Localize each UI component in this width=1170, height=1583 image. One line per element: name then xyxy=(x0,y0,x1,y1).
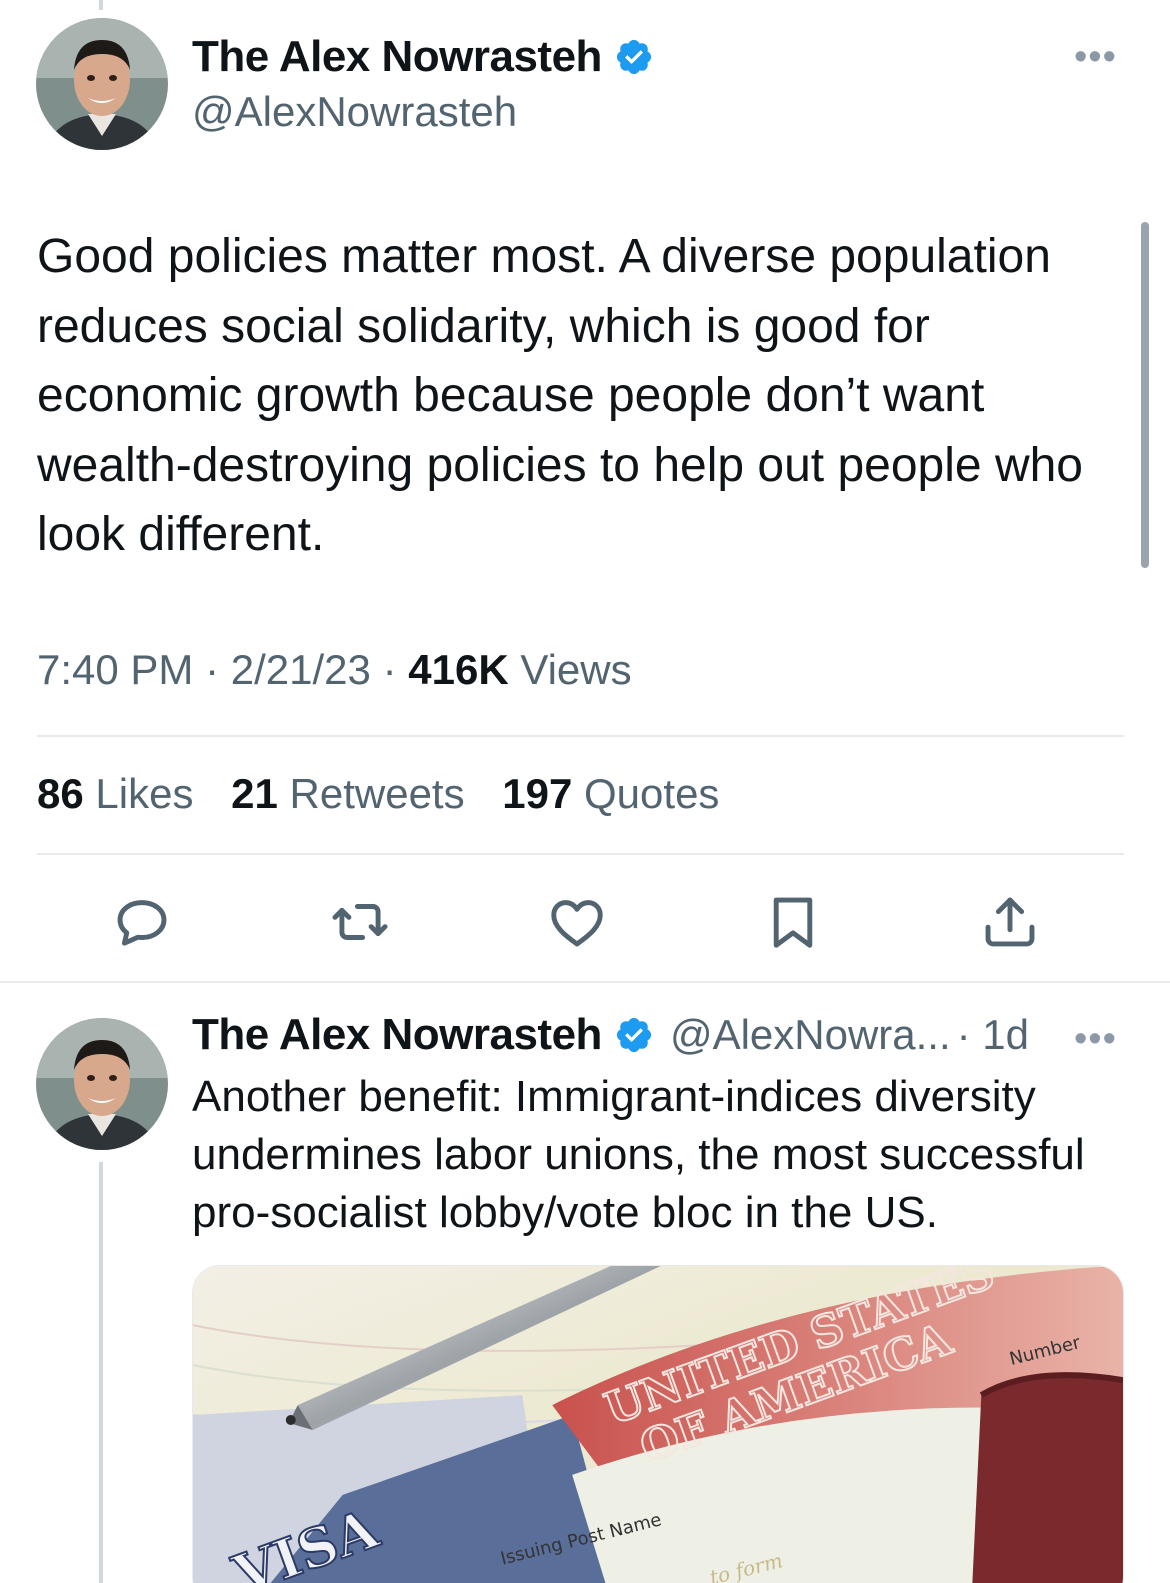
divider xyxy=(37,735,1124,737)
visa-passport-photo: VISA UNITED STATES OF AMERICA Issuing Po… xyxy=(193,1266,1123,1583)
tweet-time[interactable]: 7:40 PM xyxy=(37,646,193,693)
author-name-row: The Alex Nowrasteh xyxy=(192,32,654,82)
meta-separator: · xyxy=(382,646,397,693)
views-count: 416K xyxy=(408,646,509,693)
views-label: Views xyxy=(520,646,632,693)
thread-line-top xyxy=(99,0,103,10)
reply-time[interactable]: · 1d xyxy=(957,1011,1029,1059)
verified-badge-icon xyxy=(616,39,652,75)
quotes-stat[interactable]: 197 Quotes xyxy=(502,770,719,817)
reply-author-display-name[interactable]: The Alex Nowrasteh xyxy=(192,1010,602,1060)
scrollbar[interactable] xyxy=(1141,222,1149,568)
author-handle[interactable]: @AlexNowrasteh xyxy=(192,88,517,136)
share-icon xyxy=(985,897,1035,947)
verified-badge-icon xyxy=(616,1017,652,1053)
more-options-icon[interactable]: ••• xyxy=(1074,36,1117,79)
reply-author-avatar[interactable] xyxy=(36,1018,168,1150)
likes-stat[interactable]: 86 Likes xyxy=(37,770,193,817)
tweet-stats: 86 Likes 21 Retweets 197 Quotes xyxy=(37,770,745,818)
reply-media-image[interactable]: VISA UNITED STATES OF AMERICA Issuing Po… xyxy=(192,1265,1124,1583)
reply-more-options-icon[interactable]: ••• xyxy=(1074,1018,1117,1061)
reply-icon xyxy=(117,900,167,946)
retweets-stat[interactable]: 21 Retweets xyxy=(231,770,464,817)
thread-line xyxy=(99,1162,103,1583)
avatar-photo-icon xyxy=(36,1018,168,1150)
tweet-date[interactable]: 2/21/23 xyxy=(231,646,371,693)
bookmark-icon xyxy=(773,897,813,948)
author-avatar[interactable] xyxy=(36,18,168,150)
tweet-separator xyxy=(0,981,1170,983)
reply-author-handle[interactable]: @AlexNowra... xyxy=(670,1011,951,1059)
reply-button[interactable] xyxy=(111,891,173,953)
retweet-button[interactable] xyxy=(329,891,391,953)
divider xyxy=(37,853,1124,855)
tweet-text: Good policies matter most. A diverse pop… xyxy=(37,230,1083,561)
meta-separator: · xyxy=(205,646,220,693)
tweet-meta: 7:40 PM · 2/21/23 · 416K Views xyxy=(37,646,632,694)
retweet-icon xyxy=(332,904,388,940)
share-button[interactable] xyxy=(979,891,1041,953)
reply-header: The Alex Nowrasteh @AlexNowra... · 1d xyxy=(192,1010,1029,1060)
like-button[interactable] xyxy=(546,891,608,953)
bookmark-button[interactable] xyxy=(762,891,824,953)
like-icon xyxy=(551,900,603,947)
avatar-photo-icon xyxy=(36,18,168,150)
reply-text: Another benefit: Immigrant-indices diver… xyxy=(192,1072,1085,1237)
author-display-name[interactable]: The Alex Nowrasteh xyxy=(192,32,602,82)
